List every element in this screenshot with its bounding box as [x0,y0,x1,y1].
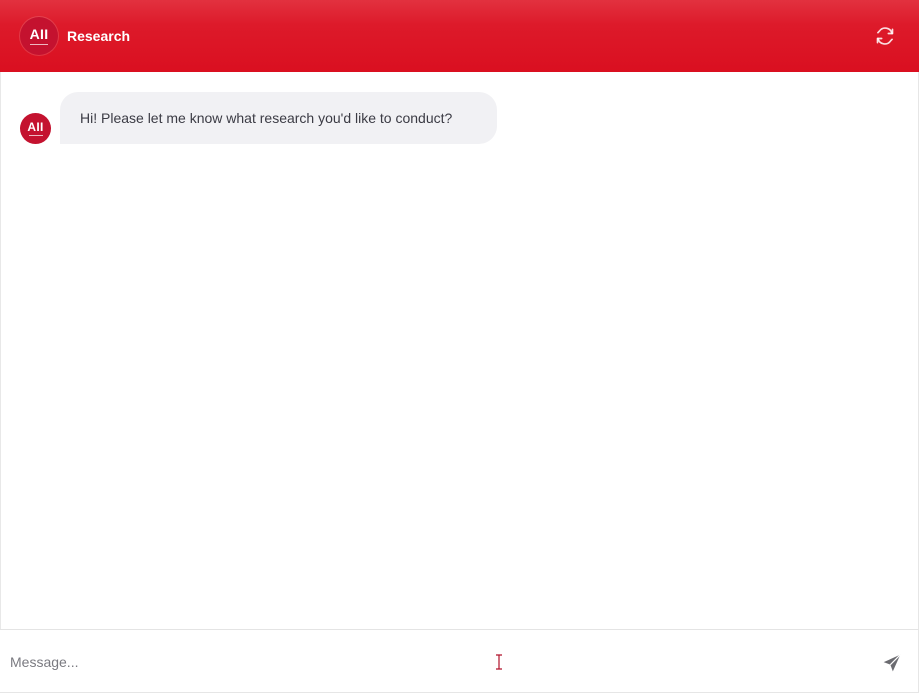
assistant-message-bubble: Hi! Please let me know what research you… [60,92,497,144]
page-title: Research [67,28,131,44]
message-composer [0,629,919,693]
assistant-avatar-text: AII [27,120,44,134]
message-input[interactable] [10,650,860,674]
send-icon [883,654,901,672]
assistant-avatar: AII [20,113,51,144]
chat-messages-area[interactable]: AII Hi! Please let me know what research… [0,72,919,629]
refresh-icon [876,27,894,45]
header-logo-avatar: AII [20,17,58,55]
chat-app: AII Research AII Hi! Please let me know … [0,0,919,693]
logo-text: AII [29,26,49,42]
assistant-avatar-underline [28,135,43,136]
send-button[interactable] [881,652,903,674]
refresh-button[interactable] [873,24,897,48]
text-cursor-icon [496,654,502,670]
assistant-message-text: Hi! Please let me know what research you… [80,110,453,126]
logo-underline [30,44,48,45]
header-bar: AII Research [0,0,919,72]
